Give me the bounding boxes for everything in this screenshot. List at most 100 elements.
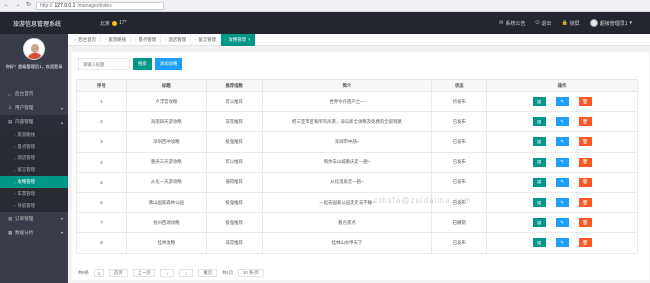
sidebar-item-home[interactable]: ⌂ 后台首页 [0, 87, 68, 101]
delete-button[interactable]: 🗑 [578, 198, 592, 208]
sidebar-item-content[interactable]: ▤ 内容管理 ▴ [0, 115, 68, 129]
view-button[interactable]: ▤ [532, 117, 546, 127]
edit-button[interactable]: ✎ [555, 137, 569, 147]
home-icon: ⌂ [74, 37, 77, 42]
col-header-status: 状态 [431, 79, 488, 92]
pager-first-button[interactable]: 首页 [108, 269, 128, 277]
view-button[interactable]: ▤ [532, 157, 546, 167]
sidebar-item-orders[interactable]: ▥ 订单管理 ▾ [0, 212, 68, 226]
delete-button[interactable]: 🗑 [578, 177, 592, 187]
delete-button[interactable]: 🗑 [578, 218, 592, 228]
tab-messages[interactable]: ▫ 留言管理 [191, 33, 221, 46]
pencil-icon: ✎ [560, 138, 564, 144]
url-bar[interactable]: http:// 127.0.0.1 /manager/index [36, 1, 164, 10]
view-button[interactable]: ▤ [532, 97, 546, 107]
pager-page-input[interactable]: 1 [93, 269, 104, 277]
notice-link[interactable]: ✉ 系统公告 [499, 20, 525, 27]
url-path: /manager/index [77, 2, 112, 9]
sidebar-item-guides[interactable]: ▫ 攻略管理 [0, 176, 68, 188]
tab-routes[interactable]: ▫ 旅游路线 [101, 33, 131, 46]
pager-prev-button[interactable]: 上一页 [132, 269, 156, 277]
chevron-right-icon[interactable]: › [179, 269, 194, 277]
view-button[interactable]: ▤ [532, 137, 546, 147]
sidebar-item-users[interactable]: ♙ 用户管理 ▾ [0, 101, 68, 115]
edit-button[interactable]: ✎ [555, 238, 569, 248]
view-button[interactable]: ▤ [532, 198, 546, 208]
file-icon: ▫ [14, 179, 16, 185]
sidebar-item-hotels[interactable]: ▫ 酒店管理 [0, 153, 68, 165]
sidebar-item-scenic[interactable]: ▫ 景点管理 [0, 141, 68, 153]
tab-scenic[interactable]: ▫ 景点管理 [131, 33, 161, 46]
user-name: 超级管理员1 [599, 20, 628, 27]
edit-button[interactable]: ✎ [555, 177, 569, 187]
cell-no: 8 [76, 232, 127, 254]
chevron-down-icon: ▾ [60, 216, 63, 222]
sidebar-item-messages[interactable]: ▫ 留言管理 [0, 164, 68, 176]
sidebar-item-tickets[interactable]: ▫ 车票管理 [0, 188, 68, 200]
pencil-icon: ✎ [560, 219, 564, 225]
chevron-left-icon[interactable]: ‹ [160, 269, 175, 277]
trash-icon: 🗑 [582, 219, 588, 225]
col-header-no: 序号 [76, 79, 127, 92]
add-guide-button[interactable]: 添加攻略 [154, 58, 183, 70]
delete-button[interactable]: 🗑 [578, 117, 592, 127]
sidebar: 你好！超级管理员1，欢迎登录 ⌂ 后台首页 ♙ 用户管理 ▾ ▤ 内容管理 ▴ … [0, 34, 68, 283]
sidebar-item-nav[interactable]: ▫ 导航管理 [0, 200, 68, 212]
user-menu[interactable]: 超级管理员1 ▾ [589, 19, 632, 27]
pencil-icon: ✎ [560, 118, 564, 124]
trash-icon: 🗑 [582, 179, 588, 185]
delete-button[interactable]: 🗑 [578, 157, 592, 167]
tab-label: 酒店管理 [168, 36, 186, 42]
delete-button[interactable]: 🗑 [578, 238, 592, 248]
cell-status: 已发布 [431, 232, 488, 254]
view-icon: ▤ [536, 179, 542, 185]
logout-link[interactable]: ⏻ 退出 [535, 20, 551, 27]
logout-label: 退出 [541, 20, 552, 27]
top-header: 旅游信息管理系统 北京 17° ✉ 系统公告 ⏻ 退出 🔒 锁屏 超级管理员1 … [0, 12, 650, 34]
tab-home[interactable]: ⌂ 后台首页 [70, 33, 101, 46]
file-icon: ▫ [14, 132, 16, 138]
tab-label: 景点管理 [138, 36, 156, 42]
delete-button[interactable]: 🗑 [578, 97, 592, 107]
cell-desc: 世界今存遗产之一 [261, 90, 433, 113]
pencil-icon: ✎ [560, 98, 564, 104]
cell-ops: ▤ ✎ 🗑 [486, 90, 638, 113]
edit-button[interactable]: ✎ [555, 157, 569, 167]
view-button[interactable]: ▤ [532, 177, 546, 187]
reload-icon[interactable]: ↻ [25, 2, 32, 9]
tab-label: 留言管理 [198, 36, 216, 42]
edit-button[interactable]: ✎ [555, 218, 569, 228]
tab-guides[interactable]: ▫ 攻略管理 × [221, 33, 256, 46]
view-button[interactable]: ▤ [532, 218, 546, 228]
forward-arrow-icon[interactable]: → [14, 2, 21, 9]
sidebar-item-label: 订单管理 [15, 215, 34, 221]
delete-button[interactable]: 🗑 [578, 137, 592, 147]
cell-rec: 极强推荐 [205, 212, 263, 234]
pager-last-button[interactable]: 尾页 [198, 269, 218, 277]
view-button[interactable]: ▤ [532, 238, 546, 248]
order-icon: ▥ [8, 215, 13, 221]
pencil-icon: ✎ [560, 159, 564, 165]
cell-desc: 从化温泉走一趟~ [261, 171, 433, 193]
cell-no: 7 [76, 212, 127, 234]
search-input[interactable] [78, 58, 130, 70]
pager-per-page-select[interactable]: 10 条/页 [238, 269, 264, 277]
cell-no: 5 [76, 171, 127, 193]
view-icon: ▤ [536, 98, 542, 104]
edit-button[interactable]: ✎ [555, 117, 569, 127]
sidebar-item-label: 景点管理 [17, 143, 35, 149]
cell-status: 已撤销 [431, 212, 488, 234]
edit-button[interactable]: ✎ [555, 97, 569, 107]
search-button[interactable]: 搜索 [133, 58, 152, 70]
sidebar-item-analytics[interactable]: ▦ 数据分析 ▾ [0, 226, 68, 240]
lock-screen-link[interactable]: 🔒 锁屏 [561, 20, 579, 27]
tab-hotels[interactable]: ▫ 酒店管理 [161, 33, 191, 46]
tab-label: 旅游路线 [108, 36, 126, 42]
edit-button[interactable]: ✎ [555, 198, 569, 208]
close-icon[interactable]: × [248, 37, 251, 42]
file-icon: ▫ [14, 144, 16, 150]
sidebar-item-routes[interactable]: ▫ 旅游路线 [0, 129, 68, 141]
table-row: 2 海南四天游攻略 非常推荐 把三亚市区和所有风景，海岛新全攻略及免费的全部到路 已发布… [76, 111, 638, 133]
pencil-icon: ✎ [560, 179, 564, 185]
back-arrow-icon[interactable]: ← [3, 2, 10, 9]
